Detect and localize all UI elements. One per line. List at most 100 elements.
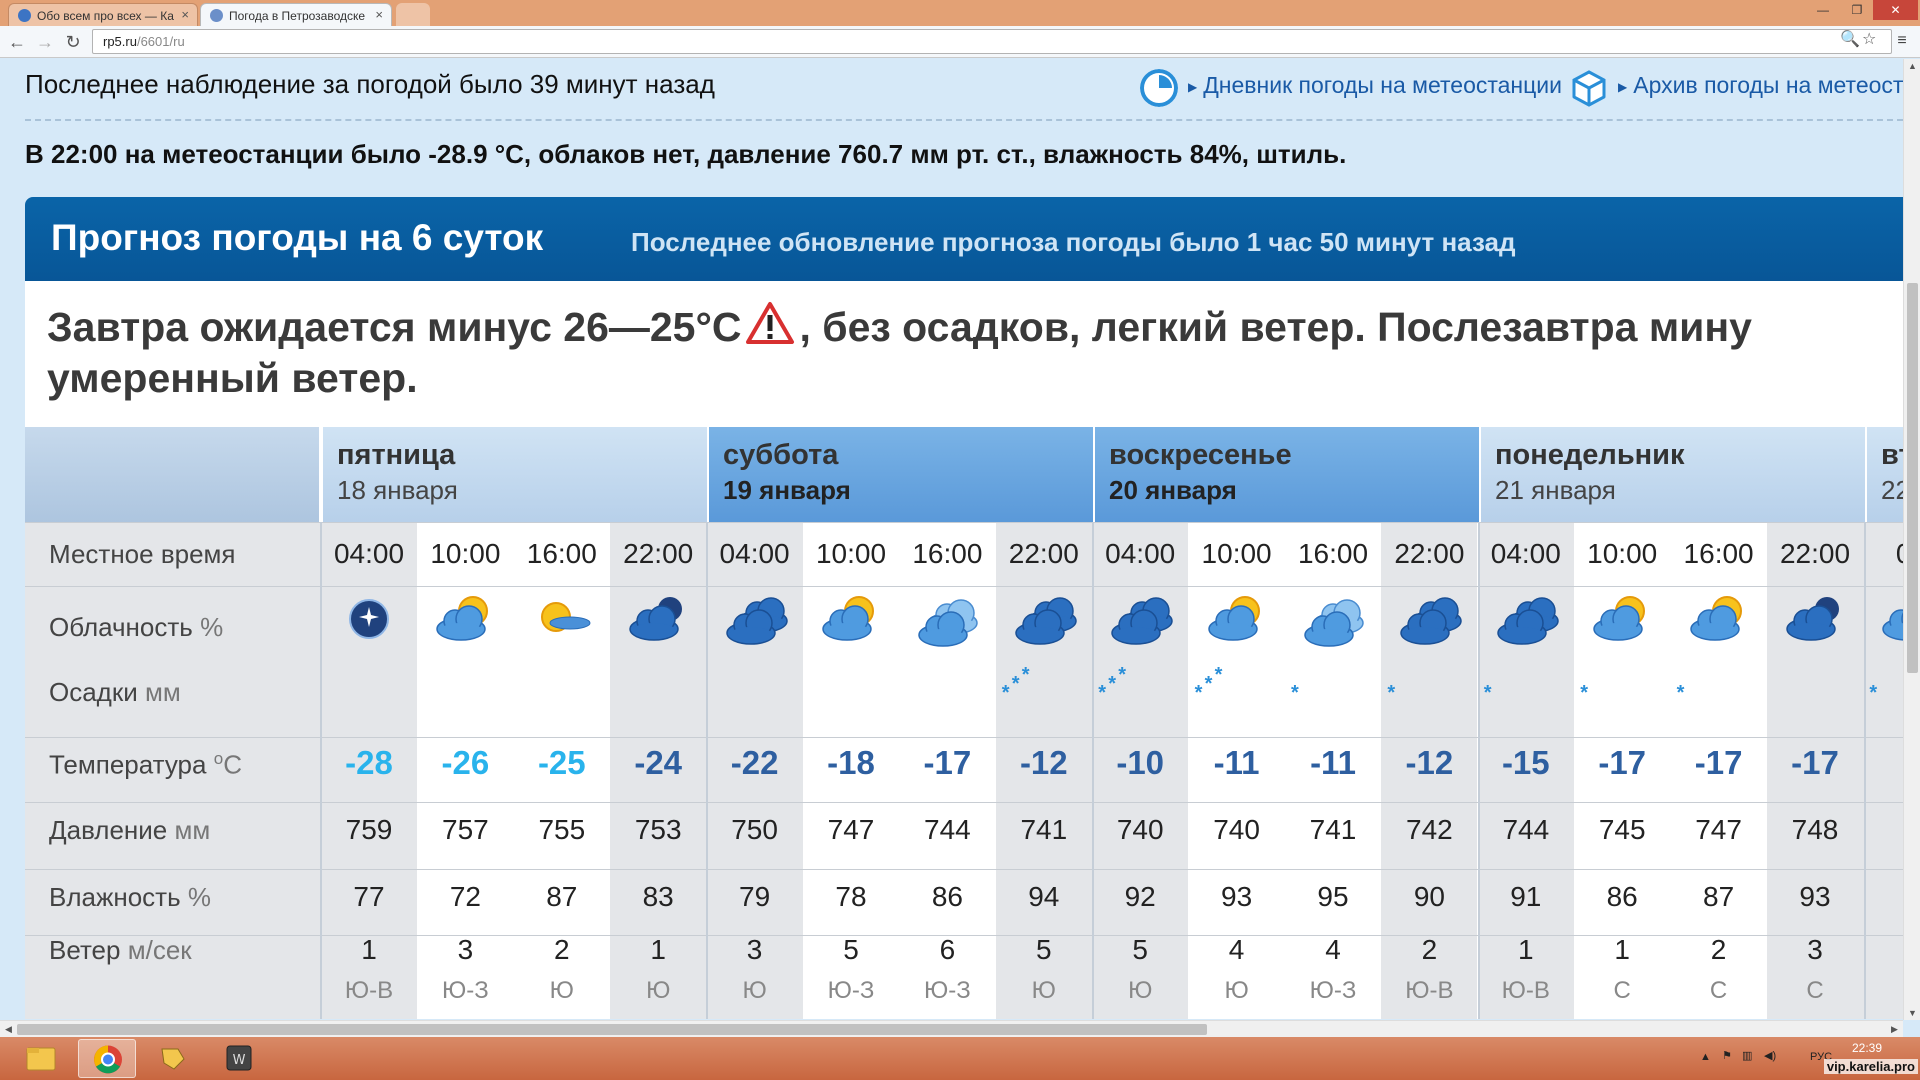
tab-active[interactable]: Погода в Петрозаводске × (200, 3, 392, 26)
overcast-night-icon[interactable] (1006, 587, 1082, 651)
bookmark-star-icon[interactable]: ☆ (1862, 29, 1876, 49)
browser-toolbar: ← → ↻ rp5.ru/6601/ru 🔍 ☆ ≡ (0, 26, 1920, 58)
horizontal-scrollbar[interactable]: ◀ ▶ (0, 1020, 1903, 1037)
volume-icon[interactable]: ◀) (1764, 1049, 1776, 1062)
minimize-button[interactable]: — (1806, 0, 1840, 20)
chrome-icon[interactable] (78, 1039, 136, 1078)
night-cloudy-icon[interactable] (620, 587, 696, 651)
time-cell: 04:00 (333, 538, 405, 569)
flag-icon[interactable]: ⚑ (1722, 1049, 1732, 1062)
overcast-night-icon[interactable] (1488, 587, 1564, 651)
wind-direction-cell: Ю-В (1501, 977, 1550, 1004)
forecast-summary: Завтра ожидается минус 26—25°С , без осад… (25, 281, 1903, 427)
wind-speed-cell: 5 (1036, 934, 1052, 965)
time-cell: 04 (1863, 538, 1903, 570)
pressure-cell: 747 (827, 814, 875, 845)
page-content: Последнее наблюдение за погодой было 39 … (0, 59, 1903, 1020)
scrollbar-thumb[interactable] (1907, 283, 1918, 673)
night-clear-icon[interactable] (331, 587, 407, 651)
vertical-scrollbar[interactable]: ▲ ▼ (1903, 59, 1920, 1020)
pressure-cell: 744 (924, 814, 971, 845)
snowflake-icon: * (1580, 682, 1588, 704)
arrow-right-icon: ▶ (1188, 79, 1198, 94)
address-bar[interactable]: rp5.ru/6601/ru (92, 29, 1892, 54)
close-tab-icon[interactable]: × (375, 7, 383, 22)
temperature-cell: -17 (1598, 744, 1647, 781)
pressure-cell: 744 (1502, 814, 1550, 845)
partly-cloudy-icon[interactable] (427, 587, 503, 651)
game-icon[interactable]: W (210, 1039, 268, 1078)
day-name: пятница (337, 439, 456, 471)
back-button[interactable]: ← (4, 29, 30, 55)
day-header[interactable]: понедельник 21 января (1479, 427, 1865, 522)
overcast-night-icon[interactable] (717, 587, 793, 651)
snowflake-icon: * (1214, 664, 1223, 686)
partly-cloudy-icon[interactable] (813, 587, 889, 651)
humidity-cell: 8 (1863, 881, 1903, 913)
app-icon[interactable] (144, 1039, 202, 1078)
reload-button[interactable]: ↻ (60, 29, 86, 55)
partly-cloudy-icon[interactable] (1873, 587, 1903, 651)
weather-archive-link[interactable]: ▶ Архив погоды на метеост (1570, 70, 1903, 107)
cloudy-icon[interactable] (1295, 587, 1371, 651)
wind-speed-cell: 3 (457, 934, 474, 965)
time-cell: 16:00 (1683, 538, 1754, 569)
url-host: rp5.ru (103, 34, 137, 49)
overcast-night-icon[interactable] (1391, 587, 1467, 651)
menu-icon[interactable]: ≡ (1892, 31, 1912, 51)
network-icon[interactable]: ▥ (1742, 1049, 1752, 1062)
weather-diary-link[interactable]: ▶ Дневник погоды на метеостанции (1140, 69, 1562, 107)
partly-cloudy-icon[interactable] (1681, 587, 1757, 651)
sun-cloud-icon[interactable] (524, 587, 600, 651)
restore-button[interactable]: ❐ (1842, 0, 1872, 20)
night-cloudy-icon[interactable] (1777, 587, 1853, 651)
partly-cloudy-icon[interactable] (1199, 587, 1275, 651)
row-label-unit-sup: o (213, 749, 224, 768)
humidity-cell: 94 (1028, 881, 1060, 912)
cloudy-icon[interactable] (909, 587, 985, 651)
row-label-text: Местное время (49, 539, 236, 569)
tab-inactive[interactable]: Обо всем про всех — Ка × (8, 3, 198, 26)
wind-speed-cell: 3 (746, 934, 763, 965)
scrollbar-thumb[interactable] (17, 1024, 1207, 1035)
zoom-icon[interactable]: 🔍 (1840, 29, 1860, 49)
wind-direction-cell: Ю (1031, 977, 1056, 1004)
day-header[interactable]: суббота 19 января (707, 427, 1093, 522)
wind-direction-cell: С (1613, 977, 1631, 1004)
close-tab-icon[interactable]: × (181, 7, 189, 22)
row-label-text: Влажность (49, 882, 181, 912)
partly-cloudy-icon[interactable] (1584, 587, 1660, 651)
globe-icon (18, 9, 31, 22)
day-header[interactable]: пятница 18 января (321, 427, 707, 522)
day-name: понедельник (1495, 439, 1685, 471)
row-divider (25, 802, 1903, 803)
row-label-unit: мм (145, 677, 181, 707)
warning-icon[interactable] (745, 301, 795, 345)
day-header[interactable]: воскресенье 20 января (1093, 427, 1479, 522)
new-tab-button[interactable] (396, 3, 430, 26)
show-hidden-icons-icon[interactable]: ▲ (1700, 1051, 1711, 1063)
day-date: 21 января (1495, 475, 1616, 505)
clock[interactable]: 22:39 (1852, 1041, 1882, 1055)
row-label-unit: м/сек (127, 935, 192, 965)
clock-chart-icon (1140, 69, 1178, 107)
snowflake-icon: * (1021, 664, 1030, 686)
time-cell: 10:00 (430, 538, 501, 569)
wind-direction-cell: Ю-З (924, 977, 971, 1004)
pressure-cell: 745 (1598, 814, 1646, 845)
windows-taskbar: W ▲ ⚑ ▥ ◀) РУС 22:39 vip.karelia.pro (0, 1037, 1920, 1080)
wind-speed-cell: 1 (361, 934, 377, 965)
forward-button[interactable]: → (32, 29, 58, 55)
day-header[interactable]: вт 22 (1865, 427, 1903, 522)
overcast-night-icon[interactable] (1102, 587, 1178, 651)
temperature-cell: -28 (345, 744, 393, 781)
time-cell: 10:00 (815, 538, 887, 569)
file-explorer-icon[interactable] (12, 1039, 70, 1078)
wind-direction-cell: Ю-В (344, 977, 394, 1004)
close-window-button[interactable]: ✕ (1873, 0, 1918, 20)
wind-direction-cell: Ю-В (1405, 977, 1454, 1004)
pressure-cell: 741 (1309, 814, 1357, 845)
temperature-cell: -26 (441, 744, 490, 781)
wind-direction-cell: Ю-З (1309, 977, 1357, 1004)
pressure-cell: 747 (1695, 814, 1742, 845)
